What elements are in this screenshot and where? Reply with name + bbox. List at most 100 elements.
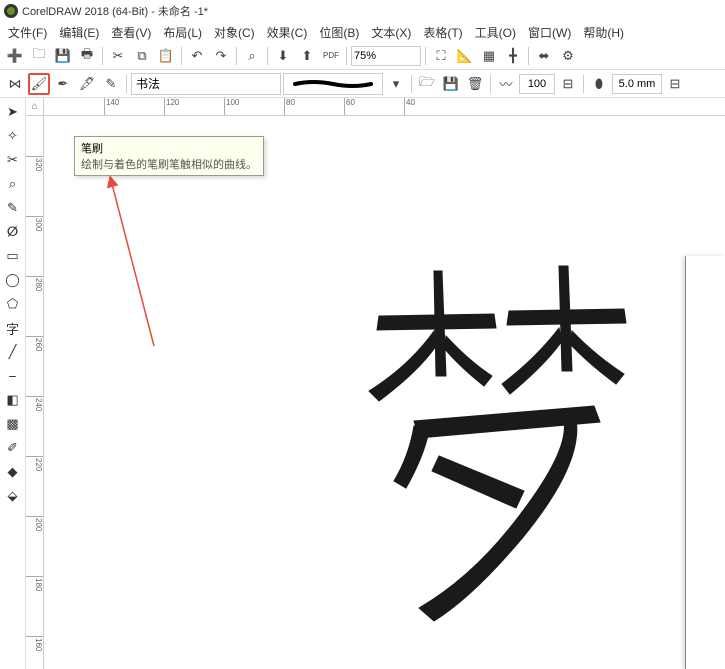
canvas[interactable]: 笔刷 绘制与着色的笔刷笔触相似的曲线。 [44, 116, 725, 669]
menu-bitmap[interactable]: 位图(B) [315, 24, 363, 41]
ruler-tick: 260 [26, 336, 43, 351]
import-icon[interactable]: ⬇ [272, 45, 294, 67]
tooltip-description: 绘制与着色的笔刷笔触相似的曲线。 [81, 156, 257, 172]
export-icon[interactable]: ⬆ [296, 45, 318, 67]
ruler-icon[interactable]: 📐 [454, 45, 476, 67]
tooltip: 笔刷 绘制与着色的笔刷笔触相似的曲线。 [74, 136, 264, 176]
stroke-preview[interactable] [283, 73, 383, 95]
brush-tool-icon[interactable]: 🖌 [28, 73, 50, 95]
save-brush-icon[interactable]: 💾 [440, 73, 462, 95]
artistic-media-icon[interactable]: ⵁ [3, 222, 23, 242]
separator [267, 47, 268, 65]
drop-shadow-icon[interactable]: ◧ [3, 390, 23, 410]
ruler-tick: 320 [26, 156, 43, 171]
ruler-tick: 220 [26, 456, 43, 471]
separator [583, 75, 584, 93]
nib-icon[interactable]: ⬮ [588, 73, 610, 95]
menu-view[interactable]: 查看(V) [107, 24, 155, 41]
new-icon[interactable]: ➕ [4, 45, 26, 67]
guide-icon[interactable]: ╋ [502, 45, 524, 67]
zoom-tool-icon[interactable]: ⌕ [3, 174, 23, 194]
save-icon[interactable]: 💾 [52, 45, 74, 67]
ellipse-tool-icon[interactable]: ◯ [3, 270, 23, 290]
fullscreen-icon[interactable]: ⛶ [430, 45, 452, 67]
pick-tool-icon[interactable]: ➤ [3, 102, 23, 122]
ruler-tick: 300 [26, 216, 43, 231]
vertical-ruler[interactable]: 320 300 280 260 240 220 200 180 160 [26, 116, 44, 669]
menu-window[interactable]: 窗口(W) [524, 24, 575, 41]
menu-bar: 文件(F) 编辑(E) 查看(V) 布局(L) 对象(C) 效果(C) 位图(B… [0, 22, 725, 42]
ruler-tick: 180 [26, 576, 43, 591]
smoothing-icon[interactable]: 〰 [495, 73, 517, 95]
copy-icon[interactable]: ⧉ [131, 45, 153, 67]
horizontal-ruler[interactable]: 140 120 100 80 60 40 [44, 98, 725, 116]
ruler-tick: 160 [26, 636, 43, 651]
redo-icon[interactable]: ↷ [210, 45, 232, 67]
separator [181, 47, 182, 65]
separator [126, 75, 127, 93]
parallel-dim-icon[interactable]: ╱ [3, 342, 23, 362]
options-icon[interactable]: ⚙ [557, 45, 579, 67]
delete-icon[interactable]: 🗑 [464, 73, 486, 95]
window-title: CorelDRAW 2018 (64-Bit) - 未命名 -1* [22, 3, 208, 19]
annotation-arrow-icon [104, 176, 184, 356]
transparency-icon[interactable]: ▩ [3, 414, 23, 434]
menu-effect[interactable]: 效果(C) [263, 24, 312, 41]
separator [346, 47, 347, 65]
menu-text[interactable]: 文本(X) [367, 24, 415, 41]
dropdown-icon[interactable]: ▾ [385, 73, 407, 95]
stroke-size-input[interactable] [612, 74, 662, 94]
open-icon[interactable]: 🗀 [28, 45, 50, 67]
text-tool-icon[interactable]: 字 [3, 318, 23, 338]
separator [236, 47, 237, 65]
menu-table[interactable]: 表格(T) [419, 24, 466, 41]
stepper-icon[interactable]: ⊟ [664, 73, 686, 95]
smart-fill-icon[interactable]: ⬙ [3, 486, 23, 506]
spray-icon[interactable]: ✒ [52, 73, 74, 95]
calligraphy-icon[interactable]: 🖋 [76, 73, 98, 95]
smoothing-input[interactable] [519, 74, 555, 94]
browse-icon[interactable]: 🗁 [416, 73, 438, 95]
ruler-tick: 140 [104, 98, 119, 115]
tooltip-title: 笔刷 [81, 140, 257, 156]
pdf-icon[interactable]: PDF [320, 45, 342, 67]
zoom-selector[interactable] [351, 46, 421, 66]
ruler-tick: 100 [224, 98, 239, 115]
artwork-calligraphy [324, 256, 664, 636]
freehand-tool-icon[interactable]: ✎ [3, 198, 23, 218]
separator [490, 75, 491, 93]
menu-help[interactable]: 帮助(H) [579, 24, 628, 41]
search-icon[interactable]: ⌕ [241, 45, 263, 67]
separator [411, 75, 412, 93]
canvas-area: ⌂ 140 120 100 80 60 40 320 300 280 260 2… [26, 98, 725, 669]
menu-file[interactable]: 文件(F) [4, 24, 51, 41]
standard-toolbar: ➕ 🗀 💾 🖶 ✂ ⧉ 📋 ↶ ↷ ⌕ ⬇ ⬆ PDF ⛶ 📐 ▦ ╋ ⬌ ⚙ [0, 42, 725, 70]
interactive-fill-icon[interactable]: ◆ [3, 462, 23, 482]
separator [425, 47, 426, 65]
brush-category-select[interactable] [131, 73, 281, 95]
eyedropper-icon[interactable]: ✐ [3, 438, 23, 458]
menu-object[interactable]: 对象(C) [210, 24, 259, 41]
cut-icon[interactable]: ✂ [107, 45, 129, 67]
ruler-origin-icon[interactable]: ⌂ [26, 98, 44, 116]
crop-tool-icon[interactable]: ✂ [3, 150, 23, 170]
rectangle-tool-icon[interactable]: ▭ [3, 246, 23, 266]
preset-icon[interactable]: ⋈ [4, 73, 26, 95]
paste-icon[interactable]: 📋 [155, 45, 177, 67]
stepper-icon[interactable]: ⊟ [557, 73, 579, 95]
grid-icon[interactable]: ▦ [478, 45, 500, 67]
polygon-tool-icon[interactable]: ⬠ [3, 294, 23, 314]
main-area: ➤ ✧ ✂ ⌕ ✎ ⵁ ▭ ◯ ⬠ 字 ╱ ⎯ ◧ ▩ ✐ ◆ ⬙ ⌂ 140 … [0, 98, 725, 669]
shape-tool-icon[interactable]: ✧ [3, 126, 23, 146]
pressure-icon[interactable]: ✎ [100, 73, 122, 95]
undo-icon[interactable]: ↶ [186, 45, 208, 67]
connector-icon[interactable]: ⎯ [3, 366, 23, 386]
ruler-tick: 240 [26, 396, 43, 411]
toolbox: ➤ ✧ ✂ ⌕ ✎ ⵁ ▭ ◯ ⬠ 字 ╱ ⎯ ◧ ▩ ✐ ◆ ⬙ [0, 98, 26, 669]
menu-layout[interactable]: 布局(L) [159, 24, 206, 41]
separator [102, 47, 103, 65]
menu-tools[interactable]: 工具(O) [471, 24, 520, 41]
snap-icon[interactable]: ⬌ [533, 45, 555, 67]
menu-edit[interactable]: 编辑(E) [55, 24, 103, 41]
print-icon[interactable]: 🖶 [76, 45, 98, 67]
